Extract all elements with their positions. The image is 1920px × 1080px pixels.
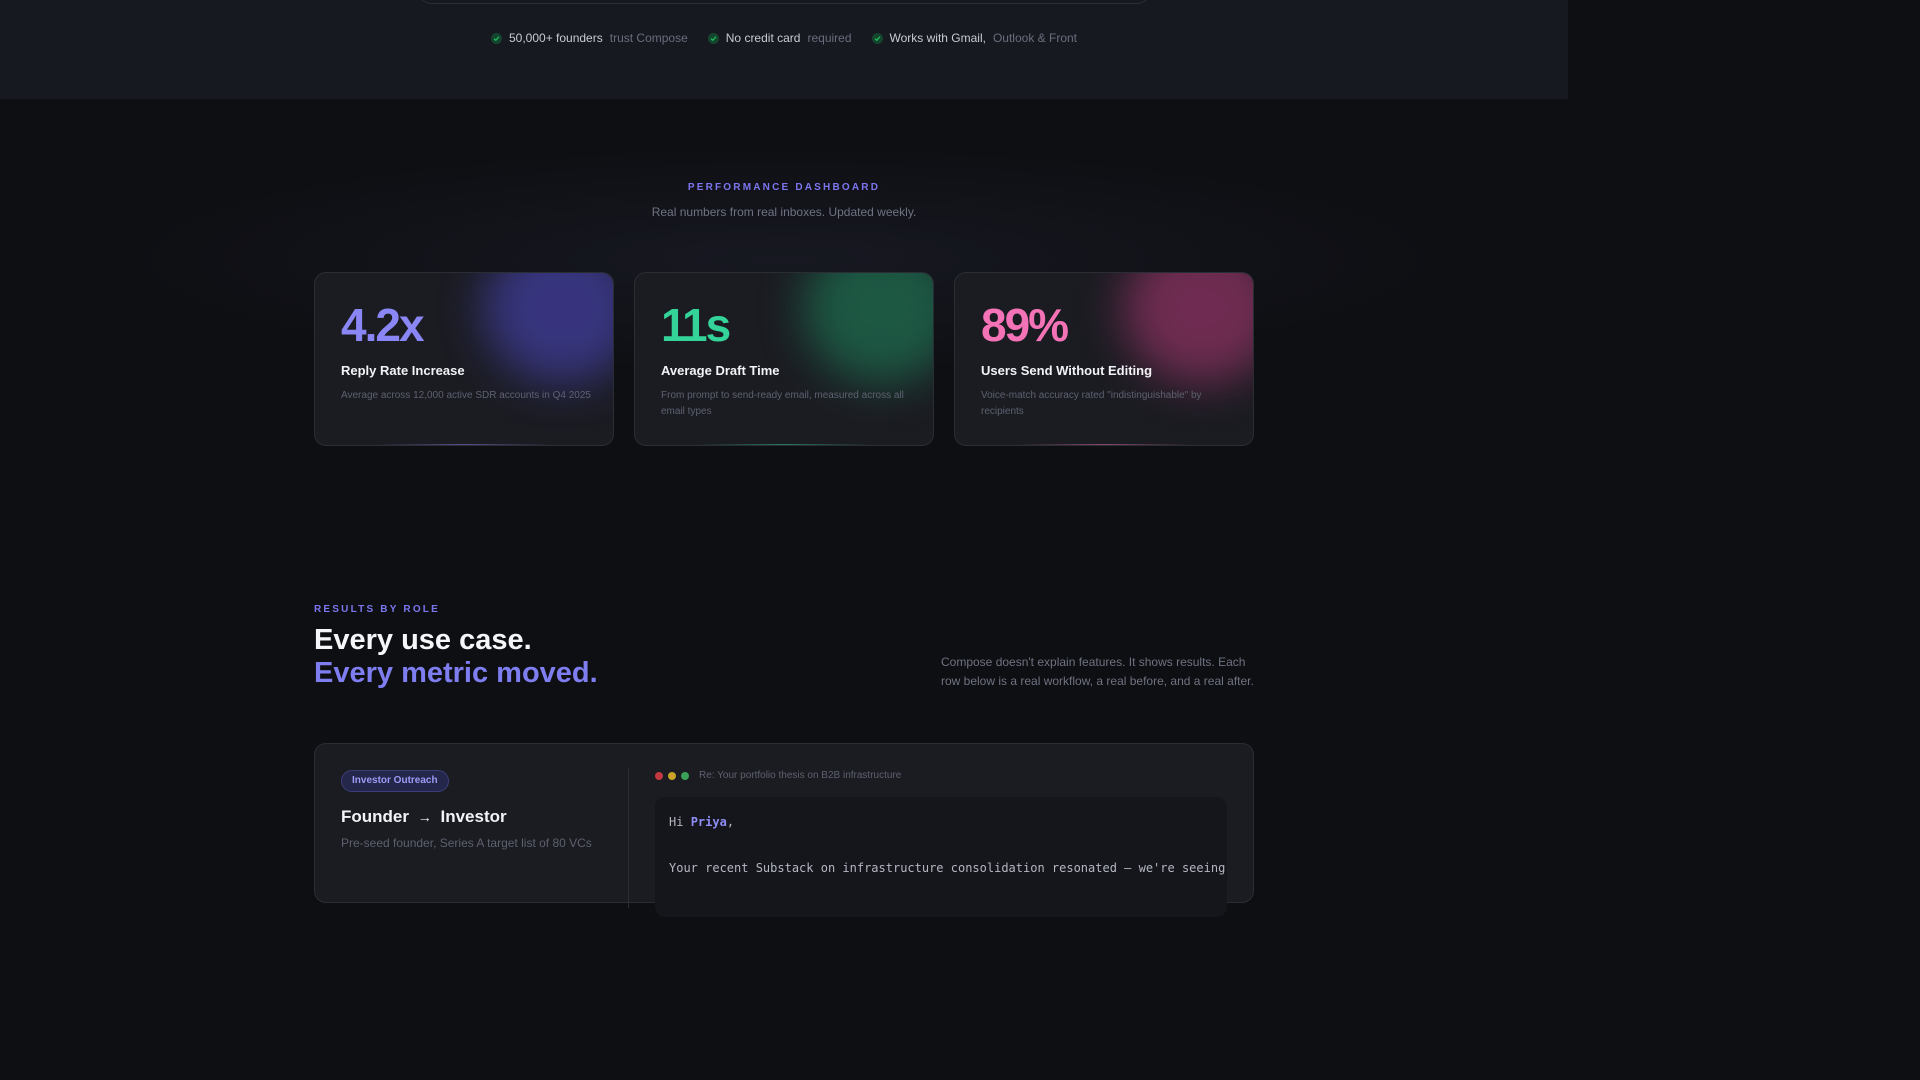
use-case-card: Investor Outreach Founder → Investor Pre… [314,743,1254,917]
use-case-title: Founder → Investor [341,807,507,827]
dashboard-eyebrow: PERFORMANCE DASHBOARD [687,182,881,193]
results-heading-line2: Every metric moved. [314,657,598,689]
trust-item: 50,000+ founders trust Compose [490,31,688,46]
arrow-right-icon: → [417,809,432,825]
email-preview: Hi Priya, Your recent Substack on infras… [655,797,1227,917]
metric-card-draft-time: 11s Average Draft Time From prompt to se… [634,272,934,446]
metric-description: Voice-match accuracy rated "indistinguis… [981,390,1202,417]
check-circle-icon [707,33,719,44]
results-heading-line1: Every use case. [314,624,532,656]
card-glow [803,273,933,383]
card-accent-line [1015,444,1193,445]
card-accent-line [695,444,873,445]
metric-cards: 4.2x Reply Rate Increase Average across … [314,272,1254,446]
metric-card-reply-rate: 4.2x Reply Rate Increase Average across … [314,272,614,446]
trust-badges: 50,000+ founders trust Compose No credit… [0,31,1568,46]
use-case-from: Founder [341,807,409,826]
metric-value: 11s [661,299,731,351]
email-body-line: Your recent Substack on infrastructure c… [669,861,1226,875]
check-circle-icon [871,33,883,44]
metric-value: 4.2x [341,299,425,351]
metric-card-send-without-editing: 89% Users Send Without Editing Voice-mat… [954,272,1254,446]
results-description: Compose doesn't explain features. It sho… [941,655,1254,688]
trust-muted-text: trust Compose [609,31,688,45]
divider [628,768,629,908]
results-eyebrow: RESULTS BY ROLE [314,604,440,615]
email-greeting: Hi Priya, [669,815,734,829]
card-accent-line [375,444,553,445]
metric-description: From prompt to send-ready email, measure… [661,390,904,417]
metric-title: Reply Rate Increase [341,363,465,378]
recipient-name: Priya [690,815,727,829]
hero-email-input-edge[interactable] [418,0,1151,4]
trust-muted-text: Outlook & Front [992,31,1078,45]
trust-muted-text: required [807,31,852,45]
trust-item: Works with Gmail, Outlook & Front [871,31,1078,46]
use-case-tag: Investor Outreach [341,770,449,792]
card-glow [483,273,613,383]
use-case-subtitle: Pre-seed founder, Series A target list o… [341,836,592,850]
greeting-punct: , [726,815,735,829]
use-case-to: Investor [440,807,507,826]
window-minimize-dot [668,772,676,780]
email-subject: Re: Your portfolio thesis on B2B infrast… [699,770,902,781]
window-controls [655,772,689,780]
window-close-dot [655,772,663,780]
metric-title: Average Draft Time [661,363,780,378]
trust-item: No credit card required [707,31,852,46]
window-maximize-dot [681,772,689,780]
metric-title: Users Send Without Editing [981,363,1153,378]
dashboard-subtitle: Real numbers from real inboxes. Updated … [651,205,917,219]
trust-strong-text: No credit card [725,31,801,45]
greeting-word: Hi [669,815,684,829]
check-circle-icon [490,33,502,44]
trust-strong-text: 50,000+ founders [508,31,603,45]
metric-description: Average across 12,000 active SDR account… [341,390,591,401]
hero-section-bottom: 50,000+ founders trust Compose No credit… [0,0,1568,99]
metric-value: 89% [981,299,1069,351]
trust-strong-text: Works with Gmail, [889,31,986,45]
